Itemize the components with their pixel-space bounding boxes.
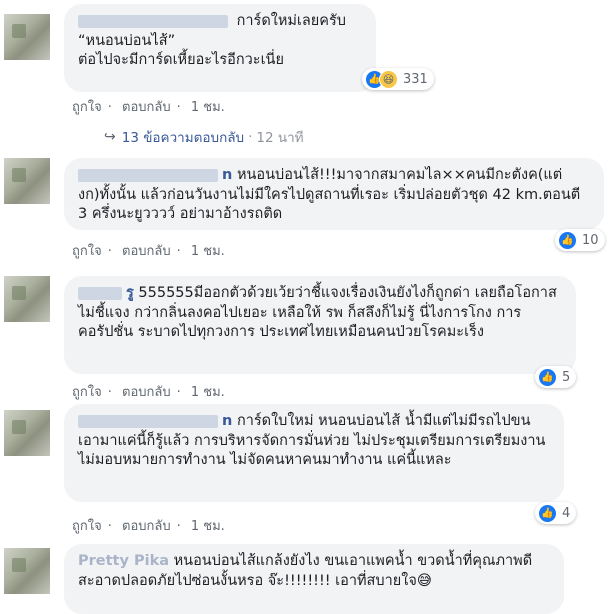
comment-actions: ถูกใจ · ตอบกลับ · 1 ชม. (72, 381, 231, 402)
reply-link[interactable]: ตอบกลับ (122, 100, 171, 115)
reaction-summary[interactable]: 👍 4 (535, 502, 577, 524)
replies-count[interactable]: 13 ข้อความตอบกลับ (122, 126, 244, 148)
avatar[interactable] (4, 158, 50, 204)
comment-bubble: การ์ดใหม่เลยครับ “หนอนบ่อนไส้” ต่อไปจะมี… (64, 4, 376, 92)
separator: · (176, 385, 181, 400)
reaction-count: 4 (562, 505, 571, 521)
commenter-name[interactable] (78, 414, 218, 428)
separator: · (176, 244, 181, 259)
replies-time: 12 นาที (256, 130, 304, 146)
commenter-name[interactable] (78, 286, 122, 300)
comment-actions: ถูกใจ · ตอบกลับ · 1 ชม. (72, 240, 231, 261)
commenter-name[interactable] (78, 14, 228, 28)
avatar[interactable] (4, 14, 50, 60)
avatar[interactable] (4, 276, 50, 322)
timestamp[interactable]: 1 ชม. (191, 100, 225, 115)
commenter-name-suffix[interactable]: n (222, 167, 232, 183)
reply-link[interactable]: ตอบกลับ (122, 519, 171, 534)
commenter-name-suffix[interactable]: รู (126, 285, 134, 301)
like-link[interactable]: ถูกใจ (72, 100, 102, 115)
timestamp[interactable]: 1 ชม. (191, 244, 225, 259)
timestamp[interactable]: 1 ชม. (191, 519, 225, 534)
like-icon: 👍 (538, 503, 557, 523)
separator: · (248, 129, 253, 145)
reply-arrow-icon: ↪ (104, 129, 116, 145)
like-link[interactable]: ถูกใจ (72, 385, 102, 400)
avatar[interactable] (4, 410, 50, 456)
haha-icon: 😆 (379, 69, 398, 89)
like-link[interactable]: ถูกใจ (72, 244, 102, 259)
commenter-name-suffix[interactable]: n (222, 413, 232, 429)
reaction-summary[interactable]: 👍 😆 331 (362, 68, 434, 90)
separator: · (107, 519, 112, 534)
avatar[interactable] (4, 548, 50, 594)
comment-text: 555555มีออกตัวด้วยเว้ยว่าชี้แจงเรื่องเงิ… (78, 285, 557, 340)
reply-link[interactable]: ตอบกลับ (122, 244, 171, 259)
reaction-summary[interactable]: 👍 5 (535, 366, 577, 388)
commenter-name[interactable] (78, 168, 218, 182)
timestamp[interactable]: 1 ชม. (191, 385, 225, 400)
like-icon: 👍 (538, 367, 557, 387)
comment-actions: ถูกใจ · ตอบกลับ · 1 ชม. (72, 96, 231, 117)
view-replies-link[interactable]: ↪ 13 ข้อความตอบกลับ · 12 นาที (104, 126, 304, 148)
comment-bubble: n การ์ดใบใหม่ หนอนบ่อนไส้ น้ำมีแต่ไม่มีร… (64, 404, 564, 502)
commenter-name[interactable]: Pretty Pika (78, 553, 169, 569)
reaction-count: 10 (582, 232, 599, 248)
separator: · (176, 519, 181, 534)
like-link[interactable]: ถูกใจ (72, 519, 102, 534)
separator: · (107, 385, 112, 400)
separator: · (176, 100, 181, 115)
reaction-count: 331 (403, 71, 428, 87)
separator: · (107, 244, 112, 259)
comment-bubble: n หนอนบ่อนไส้!!!มาจากสมาคมไล××คนมีกะตังค… (64, 158, 604, 230)
reaction-count: 5 (562, 369, 571, 385)
comment-actions: ถูกใจ · ตอบกลับ · 1 ชม. (72, 515, 231, 536)
comment-bubble: รู 555555มีออกตัวด้วยเว้ยว่าชี้แจงเรื่อง… (64, 276, 576, 374)
reaction-summary[interactable]: 👍 10 (555, 229, 605, 251)
reply-link[interactable]: ตอบกลับ (122, 385, 171, 400)
like-icon: 👍 (558, 230, 577, 250)
separator: · (107, 100, 112, 115)
